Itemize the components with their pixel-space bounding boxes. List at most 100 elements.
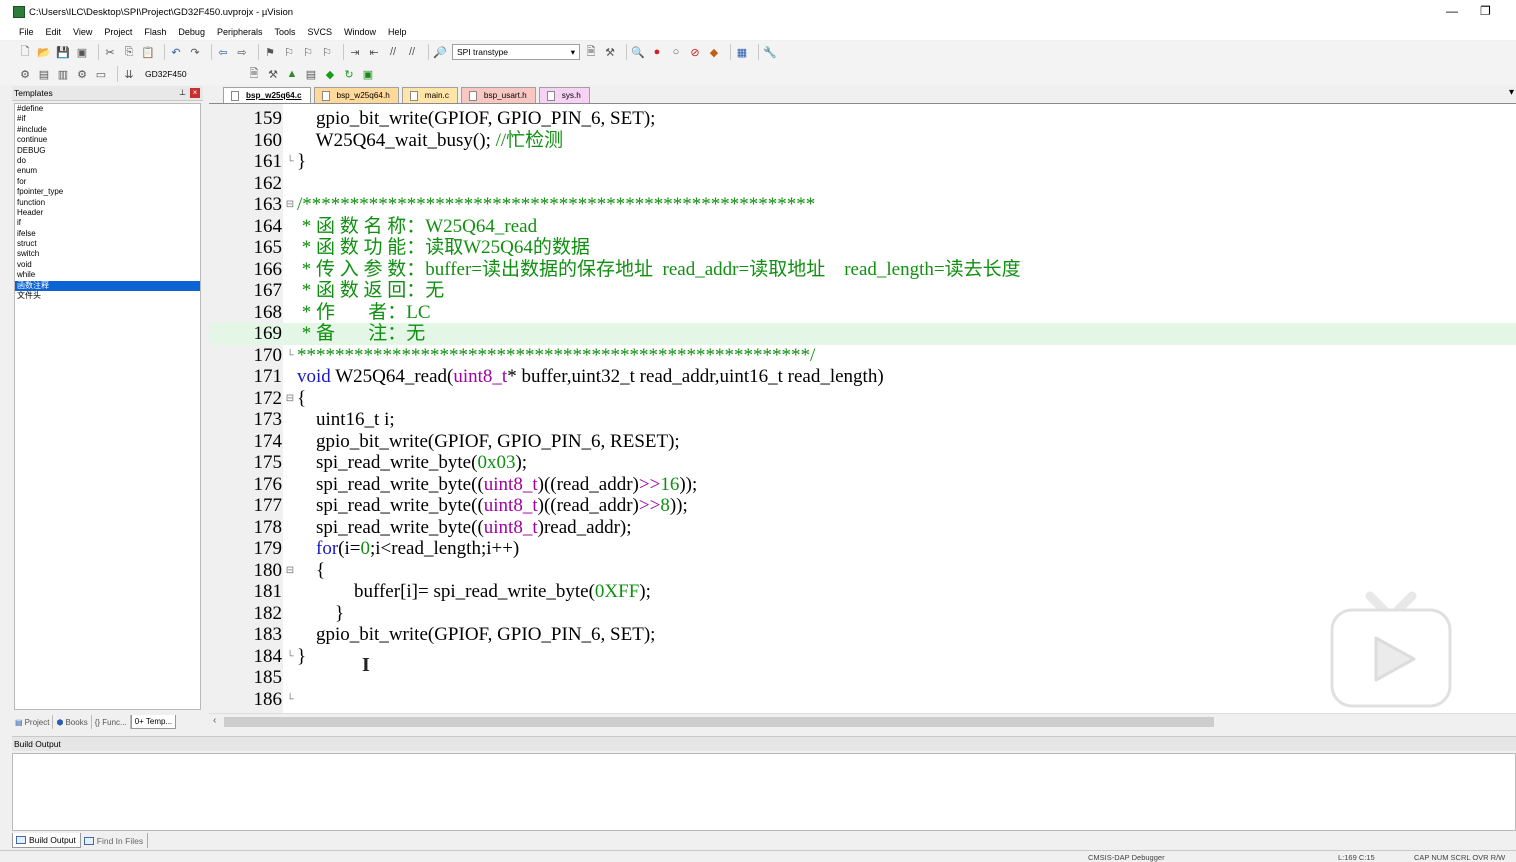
redo-icon[interactable]: ↷	[188, 45, 202, 59]
template-item[interactable]: switch	[15, 249, 200, 259]
template-item[interactable]: #define	[15, 104, 200, 114]
select-packs-icon[interactable]: ▤	[304, 67, 318, 81]
template-item[interactable]: for	[15, 177, 200, 187]
code-line[interactable]: 180 ⊟ {	[209, 560, 1516, 582]
pin-icon[interactable]: ⊥	[179, 88, 186, 98]
green-diamond-icon[interactable]: ◆	[323, 67, 337, 81]
template-item[interactable]: do	[15, 156, 200, 166]
template-item[interactable]: if	[15, 218, 200, 228]
scrollbar-thumb[interactable]	[224, 717, 1214, 727]
template-item[interactable]: while	[15, 270, 200, 280]
prev-bookmark-icon[interactable]: ⚐	[282, 45, 296, 59]
tab-project[interactable]: ▤ Project	[12, 715, 54, 729]
menu-view[interactable]: View	[73, 27, 92, 37]
find-icon[interactable]: 🗎	[584, 45, 598, 59]
pack-installer-icon[interactable]: ▣	[361, 67, 375, 81]
code-line[interactable]: 178 spi_read_write_byte((uint8_t)read_ad…	[209, 517, 1516, 539]
window-layout-icon[interactable]: ▦	[735, 45, 749, 59]
menu-help[interactable]: Help	[388, 27, 407, 37]
code-line[interactable]: 175 spi_read_write_byte(0x03);	[209, 452, 1516, 474]
save-all-icon[interactable]: ▣	[75, 45, 89, 59]
tab-bsp-w25q64-c[interactable]: bsp_w25q64.c	[223, 87, 311, 103]
tab-sys-h[interactable]: sys.h	[538, 87, 590, 103]
scroll-left-icon[interactable]: ‹	[213, 715, 216, 726]
paste-icon[interactable]: 📋	[141, 45, 155, 59]
tab-functions[interactable]: {} Func...	[92, 715, 131, 729]
disable-breakpoint-icon[interactable]: ○	[669, 45, 683, 59]
undo-icon[interactable]: ↶	[169, 45, 183, 59]
next-bookmark-icon[interactable]: ⚐	[301, 45, 315, 59]
indent-icon[interactable]: ⇥	[348, 45, 362, 59]
template-item[interactable]: void	[15, 260, 200, 270]
tab-bsp-w25q64-h[interactable]: bsp_w25q64.h	[313, 87, 399, 103]
minimize-button[interactable]: —	[1446, 4, 1458, 18]
uncomment-icon[interactable]: //	[405, 45, 419, 59]
code-line[interactable]: 170 └ ************************************…	[209, 345, 1516, 367]
code-line[interactable]: 179 for(i=0;i<read_length;i++)	[209, 538, 1516, 560]
kill-breakpoints-icon[interactable]: ⊘	[688, 45, 702, 59]
green-arrow-icon[interactable]: ↻	[342, 67, 356, 81]
code-line[interactable]: 184 └}	[209, 646, 1516, 668]
code-editor[interactable]: 159 gpio_bit_write(GPIOF, GPIO_PIN_6, SE…	[209, 104, 1516, 713]
code-line[interactable]: 182 }	[209, 603, 1516, 625]
copy-icon[interactable]: ⎘	[122, 45, 136, 59]
code-line[interactable]: 181 buffer[i]= spi_read_write_byte(0XFF)…	[209, 581, 1516, 603]
tools-icon[interactable]: 🔧	[763, 45, 777, 59]
manage-project-icon[interactable]: ⚒	[266, 67, 280, 81]
find-in-files-icon[interactable]: 🔎	[433, 45, 447, 59]
code-line[interactable]: 172 ⊟{	[209, 388, 1516, 410]
menu-window[interactable]: Window	[344, 27, 376, 37]
code-line[interactable]: 168 * 作 者：LC	[209, 302, 1516, 324]
template-item[interactable]: struct	[15, 239, 200, 249]
code-line[interactable]: 167 * 函 数 返 回：无	[209, 280, 1516, 302]
build-output-body[interactable]	[12, 753, 1516, 831]
template-item[interactable]: function	[15, 198, 200, 208]
unindent-icon[interactable]: ⇤	[367, 45, 381, 59]
incremental-find-icon[interactable]: ⚒	[603, 45, 617, 59]
menu-project[interactable]: Project	[104, 27, 132, 37]
close-icon[interactable]: ×	[190, 88, 200, 98]
code-line[interactable]: 173 uint16_t i;	[209, 409, 1516, 431]
save-icon[interactable]: 💾	[56, 45, 70, 59]
build-icon[interactable]: ▤	[37, 67, 51, 81]
code-line[interactable]: 176 spi_read_write_byte((uint8_t)((read_…	[209, 474, 1516, 496]
download-icon[interactable]: ⇊	[122, 67, 136, 81]
fold-toggle-icon[interactable]: ⊟	[285, 560, 295, 582]
nav-forward-icon[interactable]: ⇨	[235, 45, 249, 59]
nav-back-icon[interactable]: ⇦	[216, 45, 230, 59]
code-line[interactable]: 159 gpio_bit_write(GPIOF, GPIO_PIN_6, SE…	[209, 108, 1516, 130]
template-item[interactable]: #if	[15, 114, 200, 124]
comment-icon[interactable]: //	[386, 45, 400, 59]
template-item[interactable]: DEBUG	[15, 146, 200, 156]
tab-books[interactable]: ⬢ Books	[53, 715, 92, 729]
code-line[interactable]: 163 ⊟/***********************************…	[209, 194, 1516, 216]
fold-toggle-icon[interactable]: ⊟	[285, 194, 295, 216]
template-item[interactable]: continue	[15, 135, 200, 145]
open-file-icon[interactable]: 📂	[37, 45, 51, 59]
bookmark-icon[interactable]: ⚑	[263, 45, 277, 59]
menu-peripherals[interactable]: Peripherals	[217, 27, 263, 37]
tab-bsp-usart-h[interactable]: bsp_usart.h	[460, 87, 536, 103]
manage-components-icon[interactable]: ▲	[285, 67, 299, 81]
template-item[interactable]: #include	[15, 125, 200, 135]
tab-list-chevron-icon[interactable]: ▾	[1509, 87, 1514, 98]
tab-build-output[interactable]: Build Output	[12, 833, 81, 848]
menu-svcs[interactable]: SVCS	[308, 27, 333, 37]
code-line[interactable]: 171 void W25Q64_read(uint8_t* buffer,uint…	[209, 366, 1516, 388]
tab-templates[interactable]: 0+ Temp...	[130, 715, 177, 729]
target-options-icon[interactable]: 🗎	[247, 67, 261, 81]
code-area[interactable]: 159 gpio_bit_write(GPIOF, GPIO_PIN_6, SE…	[209, 108, 1516, 710]
code-line[interactable]: 165 * 函 数 功 能：读取W25Q64的数据	[209, 237, 1516, 259]
cut-icon[interactable]: ✂	[103, 45, 117, 59]
editor-horizontal-scrollbar[interactable]: ‹	[209, 713, 1516, 730]
target-combo[interactable]: GD32F450	[141, 66, 187, 82]
clear-bookmarks-icon[interactable]: ⚐	[320, 45, 334, 59]
code-line[interactable]: 177 spi_read_write_byte((uint8_t)((read_…	[209, 495, 1516, 517]
template-item[interactable]: 文件头	[15, 291, 200, 301]
code-line[interactable]: 162	[209, 173, 1516, 195]
stop-build-icon[interactable]: ▭	[94, 67, 108, 81]
code-line[interactable]: 174 gpio_bit_write(GPIOF, GPIO_PIN_6, RE…	[209, 431, 1516, 453]
code-line[interactable]: 186 └	[209, 689, 1516, 711]
code-line[interactable]: 161 └}	[209, 151, 1516, 173]
translate-icon[interactable]: ⚙	[18, 67, 32, 81]
